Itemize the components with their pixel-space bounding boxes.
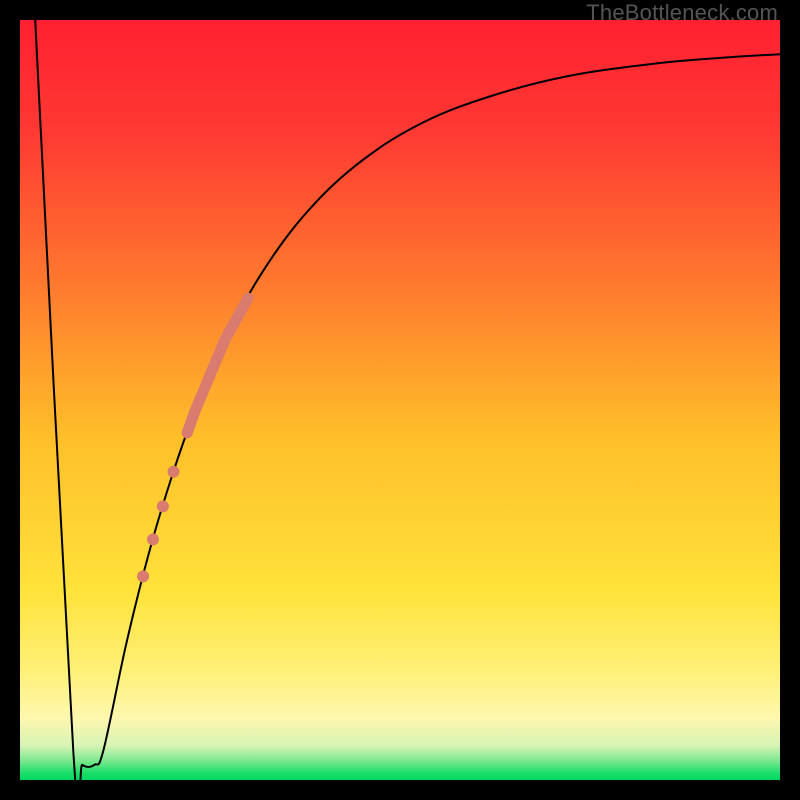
curve-layer — [20, 20, 780, 780]
highlight-segment — [187, 298, 248, 433]
highlight-dot — [147, 533, 159, 545]
highlight-dot — [157, 500, 169, 512]
highlight-dots — [137, 466, 179, 583]
plot-area — [20, 20, 780, 780]
bottleneck-curve — [35, 20, 780, 780]
chart-stage: TheBottleneck.com — [0, 0, 800, 800]
highlight-dot — [168, 466, 180, 478]
highlight-dot — [137, 570, 149, 582]
